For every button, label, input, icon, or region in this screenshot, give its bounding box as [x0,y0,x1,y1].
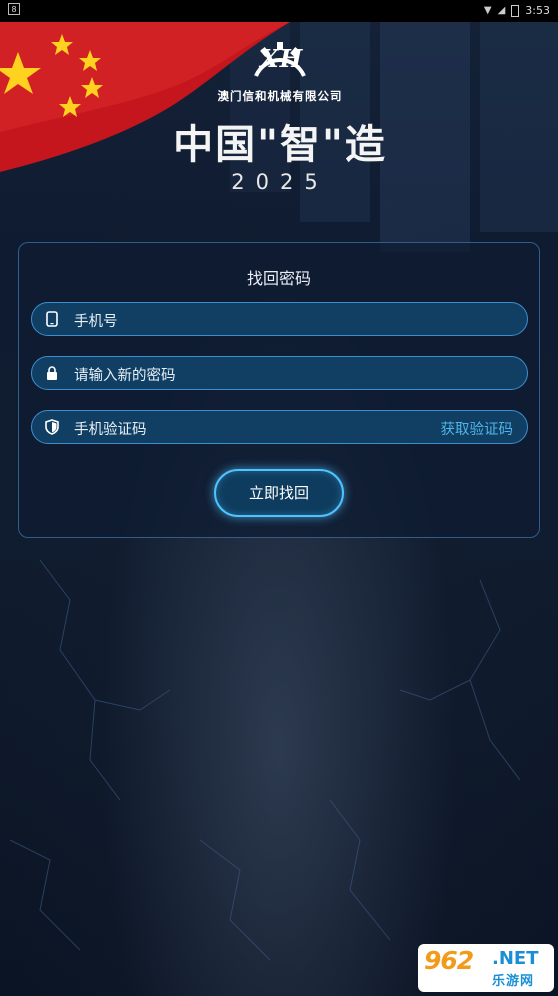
status-time: 3:53 [525,4,550,17]
company-name: 澳门信和机械有限公司 [217,89,343,103]
company-logo: XH 澳门信和机械有限公司 [200,38,360,108]
watermark-logo: 962 .NET 乐游网 [418,944,554,992]
phone-icon [46,311,58,327]
logo-text: XH [260,44,304,73]
notification-icon: 8 [8,3,20,15]
slogan-title: 中国"智"造 [173,121,387,168]
status-bar: 8 ▼ ◢ 3:53 [0,0,558,22]
new-password-field[interactable]: 请输入新的密码 [31,356,528,390]
slogan-year: 2025 [231,170,329,194]
screen: 8 ▼ ◢ 3:53 XH 澳门信和机械有限公司 中国"智"造 2025 找回密… [0,0,558,996]
get-code-button[interactable]: 获取验证码 [441,418,514,439]
phone-placeholder: 手机号 [74,314,118,330]
status-icons: ▼ ◢ 3:53 [484,4,550,17]
submit-button[interactable]: 立即找回 [214,469,344,517]
phone-field[interactable]: 手机号 [31,302,528,336]
reset-password-card: 找回密码 手机号 请输入新的密码 手机验证码 获取验证码 立即找回 [18,242,540,538]
signal-icon: ◢ [497,5,506,16]
new-password-placeholder: 请输入新的密码 [74,368,176,384]
verification-code-placeholder: 手机验证码 [74,422,147,438]
battery-icon [511,4,520,17]
shield-icon [45,419,59,435]
watermark-site: 乐游网 [492,974,535,989]
background-texture [9,559,521,961]
verification-code-field[interactable]: 手机验证码 获取验证码 [31,410,528,444]
watermark-number: 962 [424,946,474,975]
wifi-icon: ▼ [483,5,492,16]
lock-icon [47,366,57,380]
form-title: 找回密码 [246,269,311,288]
background-building [480,22,558,232]
watermark-net: .NET [492,948,539,969]
